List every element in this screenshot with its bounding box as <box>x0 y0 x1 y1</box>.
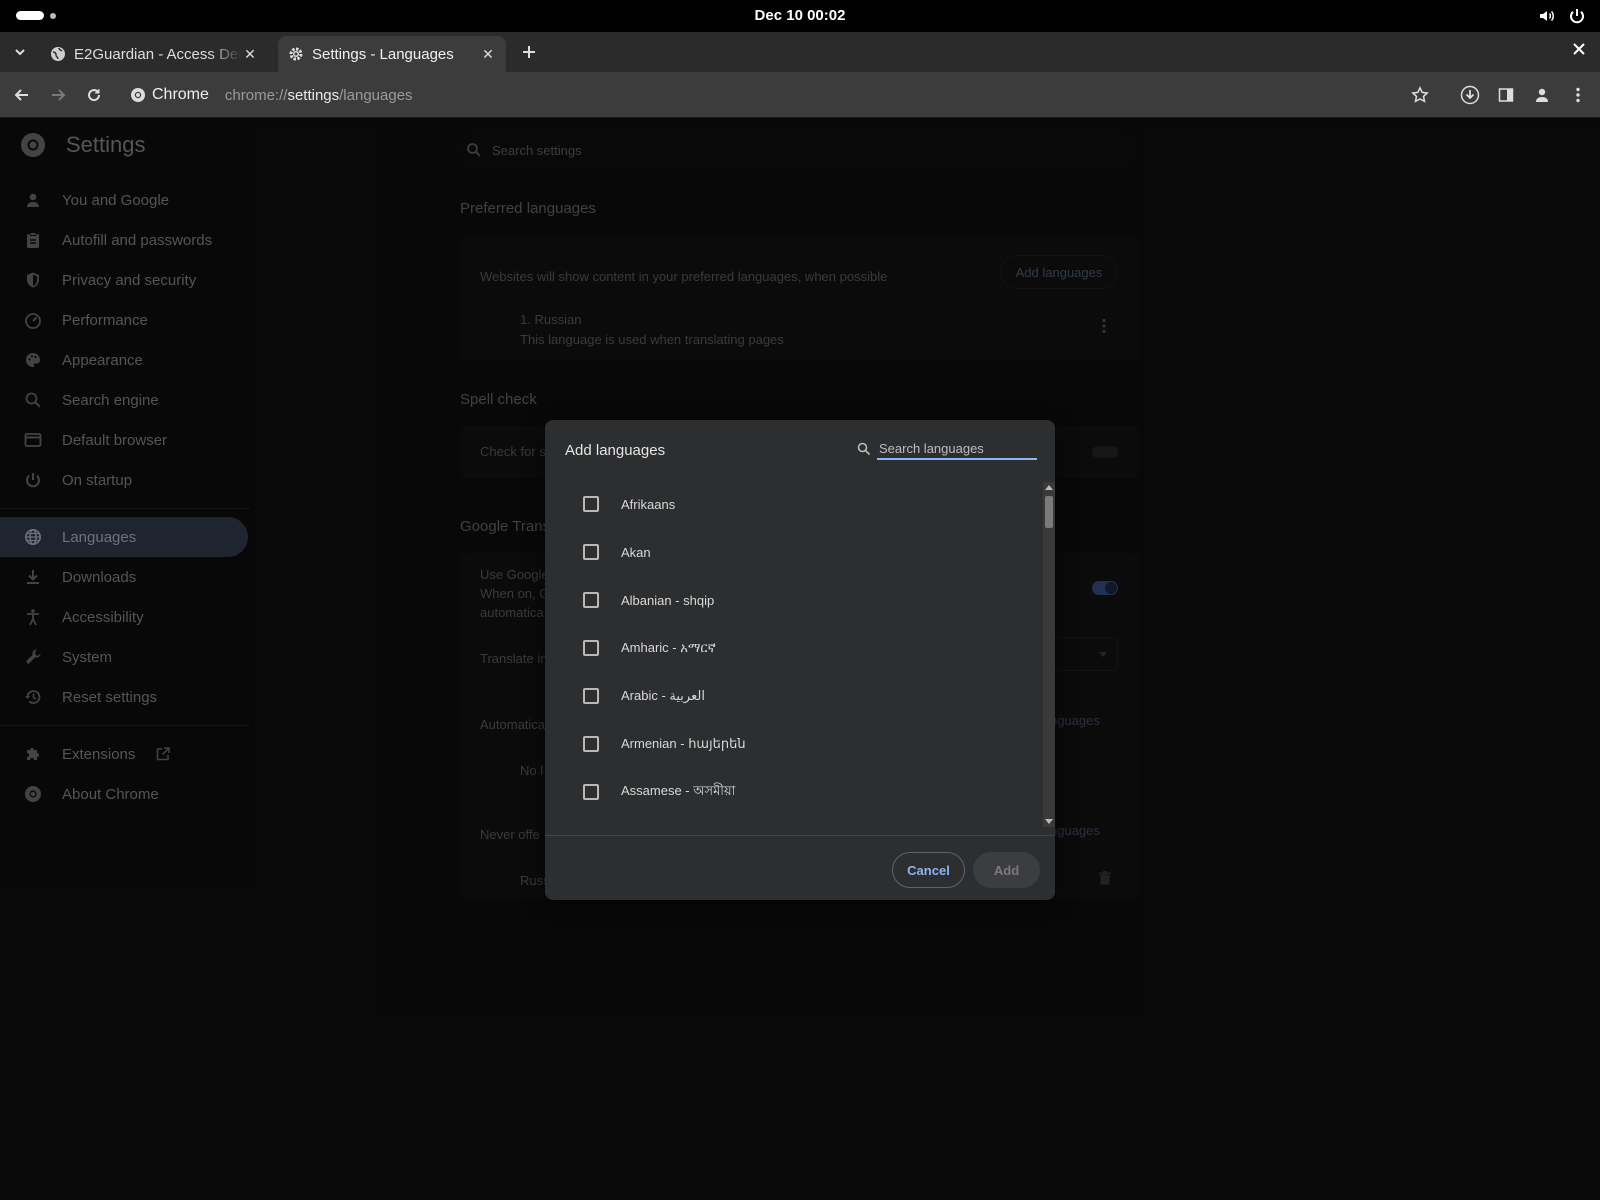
back-button[interactable] <box>10 83 34 107</box>
language-label: Afrikaans <box>621 496 676 512</box>
tab-close-icon[interactable]: ✕ <box>242 46 258 63</box>
globe-icon <box>50 46 66 62</box>
language-label: Akan <box>621 544 651 560</box>
person-icon <box>1534 87 1550 103</box>
language-checkbox[interactable] <box>583 544 599 560</box>
reload-icon <box>86 87 102 103</box>
system-tray[interactable] <box>1538 7 1586 25</box>
close-icon <box>1572 42 1586 56</box>
forward-button[interactable] <box>46 83 70 107</box>
cancel-button[interactable]: Cancel <box>892 852 965 888</box>
tab-search-button[interactable] <box>8 40 32 64</box>
dialog-search <box>857 438 1037 460</box>
plus-icon <box>522 45 536 59</box>
omnibox[interactable]: Chrome chrome://settings/languages <box>118 78 1428 112</box>
language-label: Assamese - অসমীয়া <box>621 782 736 798</box>
list-item[interactable]: Albanian - shqip <box>545 576 1045 624</box>
kebab-menu-icon <box>1575 87 1581 103</box>
tab-settings-languages[interactable]: Settings - Languages ✕ <box>278 36 506 72</box>
language-checkbox[interactable] <box>583 592 599 608</box>
list-item[interactable]: Assamese - অসমীয়া <box>545 768 1045 816</box>
url-text[interactable]: chrome://settings/languages <box>225 87 413 104</box>
search-languages-input[interactable] <box>877 438 1037 460</box>
add-languages-dialog: Add languages Afrikaans Akan Albanian - … <box>545 420 1055 900</box>
language-list: Afrikaans Akan Albanian - shqip Amharic … <box>545 480 1045 835</box>
volume-icon[interactable] <box>1538 7 1556 25</box>
list-item[interactable]: Akan <box>545 528 1045 576</box>
profile-button[interactable] <box>1530 83 1554 107</box>
language-label: Arabic - العربية <box>621 688 705 703</box>
tab-title: E2Guardian - Access Den <box>74 45 242 63</box>
power-icon[interactable] <box>1568 7 1586 25</box>
download-icon <box>1460 85 1480 105</box>
language-label: Armenian - հայերեն <box>621 736 746 751</box>
language-label: Albanian - shqip <box>621 592 715 608</box>
new-tab-button[interactable] <box>518 41 540 63</box>
chevron-down-icon <box>14 46 26 58</box>
language-checkbox[interactable] <box>583 688 599 704</box>
menu-button[interactable] <box>1566 83 1590 107</box>
reload-button[interactable] <box>82 83 106 107</box>
side-panel-icon <box>1498 87 1514 103</box>
arrow-right-icon <box>50 87 66 103</box>
list-item[interactable]: Afrikaans <box>545 480 1045 528</box>
downloads-button[interactable] <box>1458 83 1482 107</box>
window-close-button[interactable] <box>1572 42 1586 56</box>
tab-title: Settings - Languages <box>312 45 454 63</box>
dialog-title: Add languages <box>565 442 666 459</box>
browser-toolbar: Chrome chrome://settings/languages <box>0 72 1600 118</box>
gear-icon <box>288 46 304 62</box>
dialog-footer: Cancel Add <box>545 835 1055 900</box>
tab-e2guardian[interactable]: E2Guardian - Access Den ✕ <box>40 36 268 72</box>
clock[interactable]: Dec 10 00:02 <box>0 7 1600 24</box>
site-chip[interactable]: Chrome <box>130 86 209 104</box>
list-item[interactable]: Arabic - العربية <box>545 672 1045 720</box>
system-top-bar: Dec 10 00:02 <box>0 0 1600 32</box>
star-icon <box>1411 86 1429 104</box>
list-item[interactable]: Amharic - አማርኛ <box>545 624 1045 672</box>
tab-strip: E2Guardian - Access Den ✕ Settings - Lan… <box>0 32 1600 72</box>
language-checkbox[interactable] <box>583 784 599 800</box>
side-panel-button[interactable] <box>1494 83 1518 107</box>
chrome-icon <box>130 87 146 103</box>
arrow-left-icon <box>14 87 30 103</box>
add-button[interactable]: Add <box>973 852 1040 888</box>
language-label: Amharic - አማርኛ <box>621 640 716 655</box>
scroll-down-icon[interactable] <box>1045 819 1053 824</box>
scrollbar-thumb[interactable] <box>1045 496 1053 528</box>
search-icon <box>857 442 871 456</box>
list-item[interactable]: Armenian - հայերեն <box>545 720 1045 768</box>
language-checkbox[interactable] <box>583 736 599 752</box>
language-checkbox[interactable] <box>583 640 599 656</box>
bookmark-button[interactable] <box>1408 83 1432 107</box>
scroll-up-icon[interactable] <box>1045 485 1053 490</box>
language-checkbox[interactable] <box>583 496 599 512</box>
site-chip-label: Chrome <box>152 86 209 103</box>
tab-close-icon[interactable]: ✕ <box>480 46 496 63</box>
language-list-scrollbar[interactable] <box>1043 482 1055 827</box>
